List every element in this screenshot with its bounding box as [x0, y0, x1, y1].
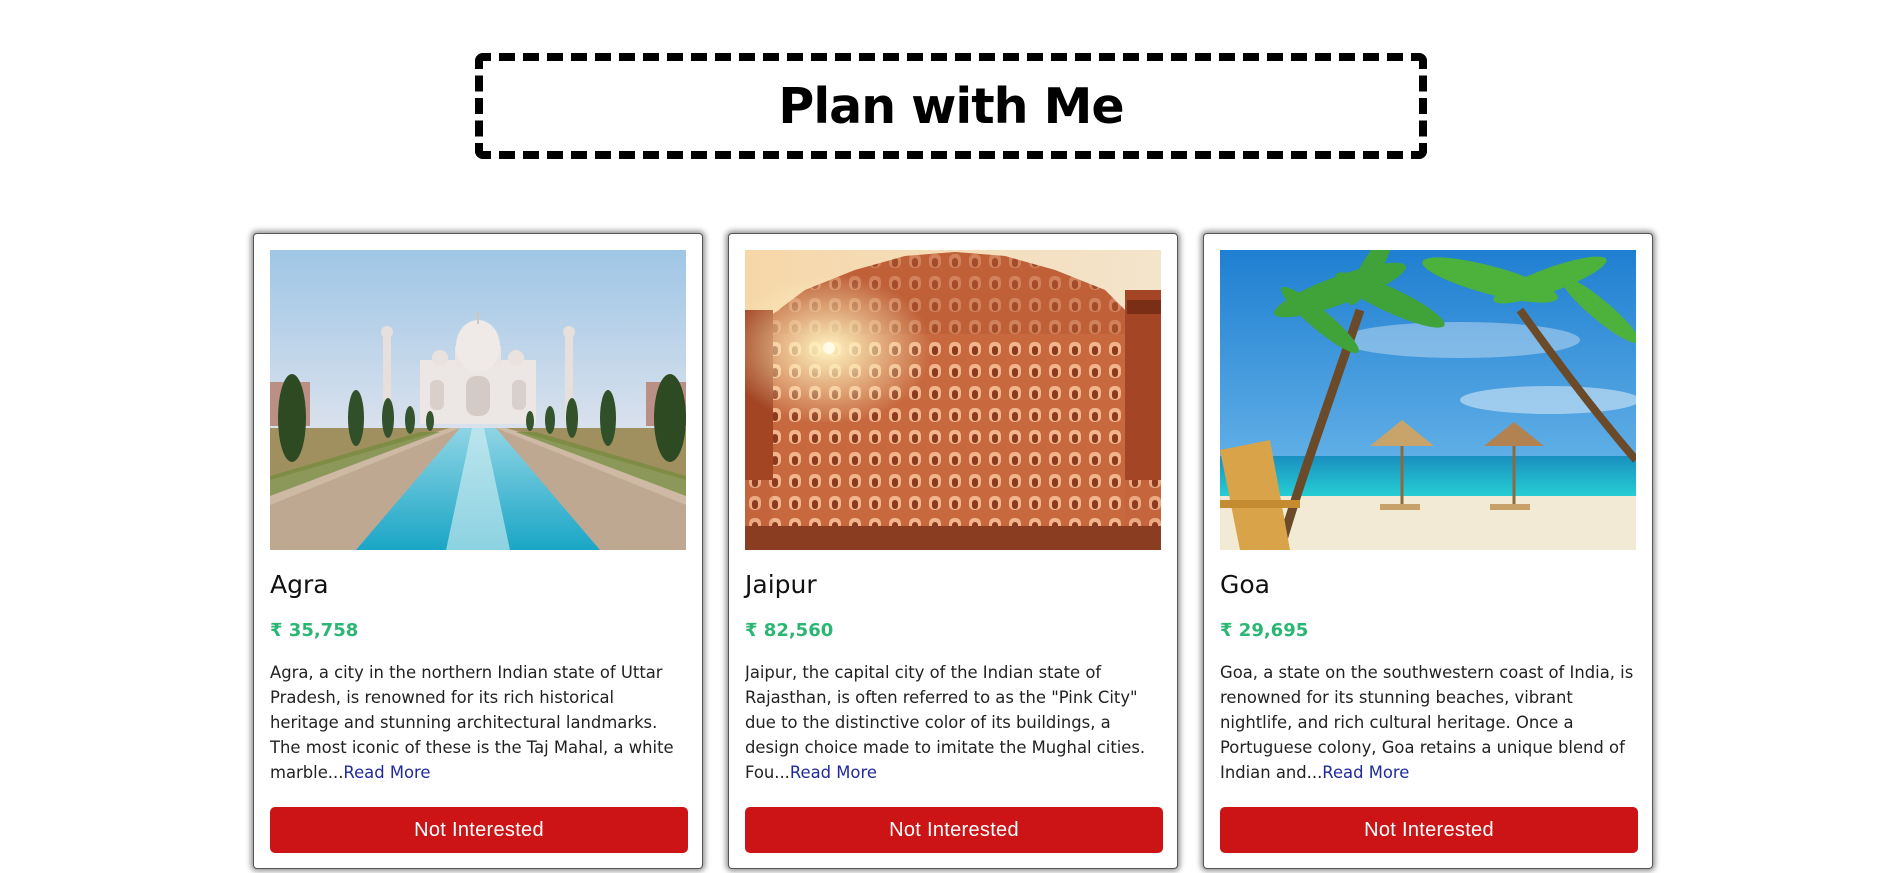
- page-title: Plan with Me: [778, 77, 1124, 135]
- tour-card: Agra ₹ 35,758 Agra, a city in the northe…: [253, 233, 703, 869]
- tour-card: Jaipur ₹ 82,560 Jaipur, the capital city…: [728, 233, 1178, 869]
- read-more-link[interactable]: Read More: [343, 763, 430, 782]
- not-interested-button[interactable]: Not Interested: [745, 807, 1163, 853]
- tour-description: Jaipur, the capital city of the Indian s…: [745, 660, 1161, 785]
- read-more-link[interactable]: Read More: [1322, 763, 1409, 782]
- hawa-mahal-photo: [745, 250, 1161, 550]
- taj-mahal-photo: [270, 250, 686, 550]
- not-interested-button[interactable]: Not Interested: [270, 807, 688, 853]
- tour-description: Goa, a state on the southwestern coast o…: [1220, 660, 1636, 785]
- read-more-link[interactable]: Read More: [790, 763, 877, 782]
- page-title-box: Plan with Me: [475, 53, 1427, 159]
- tour-name: Goa: [1220, 570, 1270, 599]
- tour-price: ₹ 35,758: [270, 620, 359, 641]
- description-text: Goa, a state on the southwestern coast o…: [1220, 663, 1634, 782]
- description-text: Agra, a city in the northern Indian stat…: [270, 663, 674, 782]
- not-interested-button[interactable]: Not Interested: [1220, 807, 1638, 853]
- beach-palms-photo: [1220, 250, 1636, 550]
- tour-description: Agra, a city in the northern Indian stat…: [270, 660, 686, 785]
- tour-price: ₹ 82,560: [745, 620, 834, 641]
- tour-name: Jaipur: [745, 570, 817, 599]
- tour-card-list: Agra ₹ 35,758 Agra, a city in the northe…: [253, 233, 1653, 873]
- tour-card: Goa ₹ 29,695 Goa, a state on the southwe…: [1203, 233, 1653, 869]
- tour-price: ₹ 29,695: [1220, 620, 1309, 641]
- tour-name: Agra: [270, 570, 329, 599]
